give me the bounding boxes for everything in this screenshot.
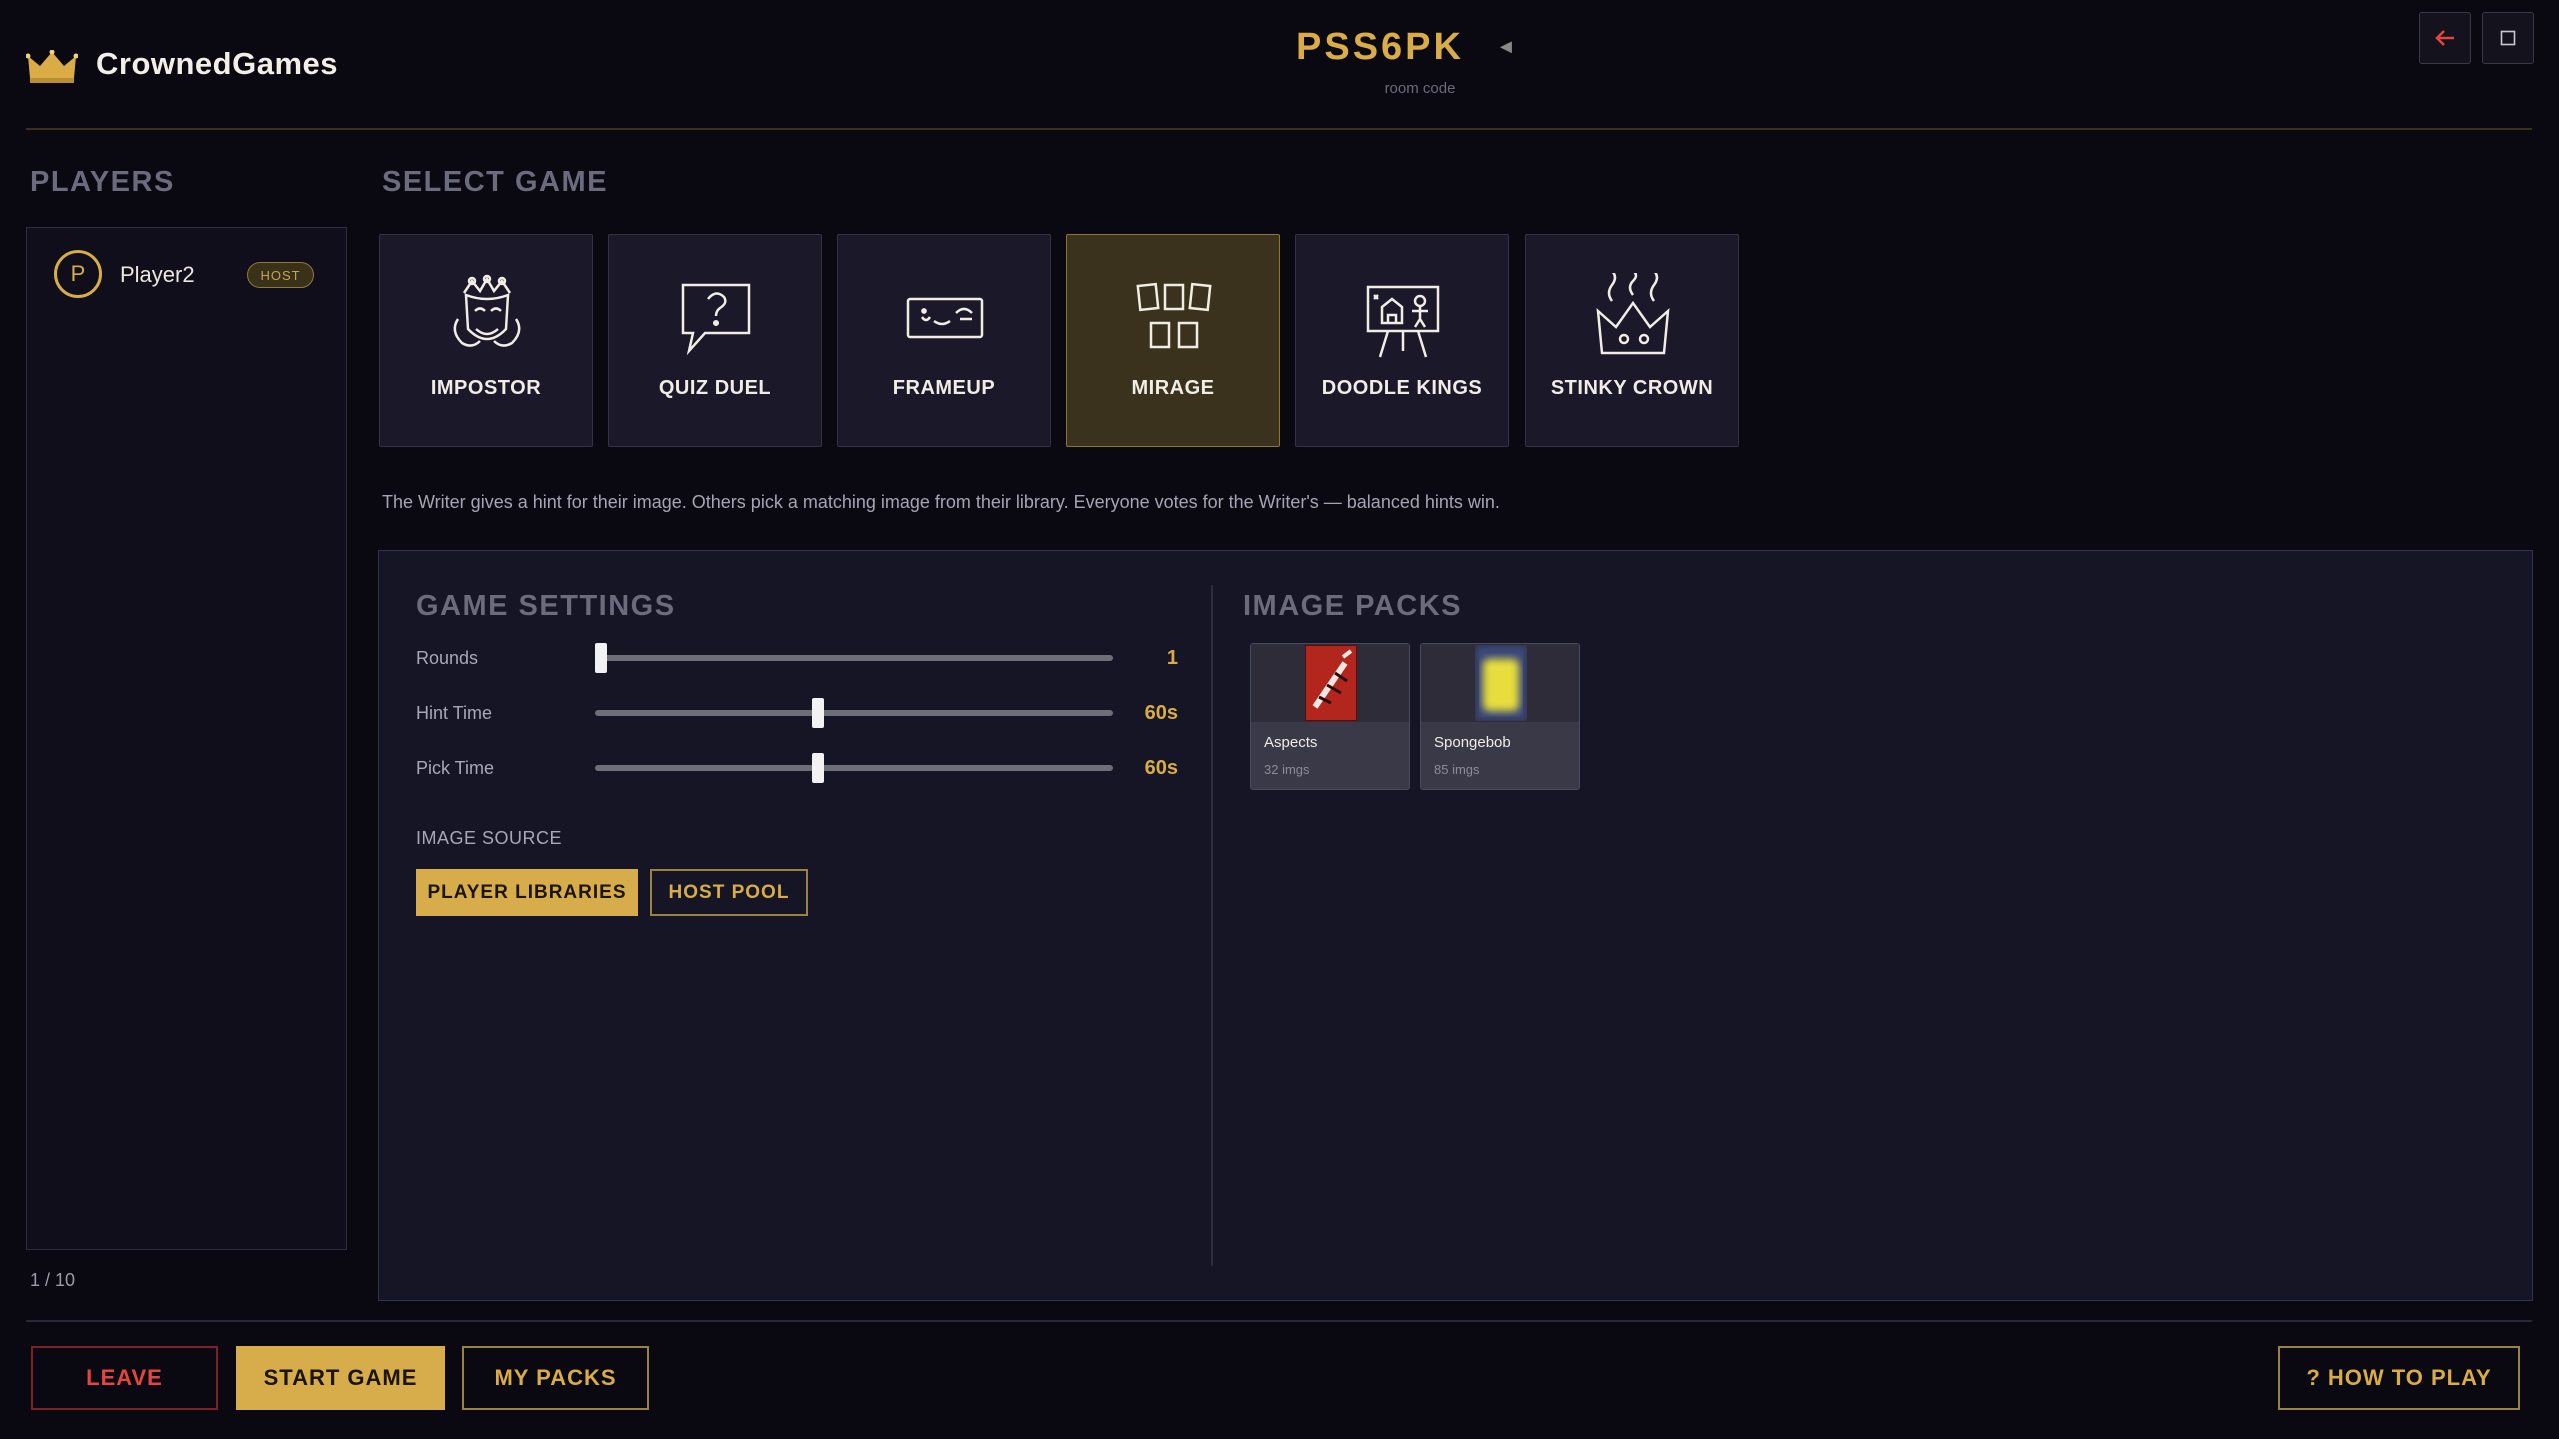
pack-name: Aspects	[1264, 734, 1318, 751]
header-divider	[26, 128, 2532, 130]
jester-mask-icon	[453, 274, 521, 347]
avatar: P	[54, 250, 102, 298]
aspects-pack-image-icon	[1305, 645, 1357, 721]
crown-logo-icon	[26, 50, 78, 83]
image-source-label: IMAGE SOURCE	[416, 828, 563, 848]
player-libraries-button[interactable]: PLAYER LIBRARIES	[416, 869, 638, 916]
rounds-slider-track[interactable]	[595, 655, 1113, 661]
room-code-label: room code	[1384, 80, 1456, 97]
hint-time-label: Hint Time	[416, 703, 493, 723]
players-heading: PLAYERS	[30, 166, 175, 198]
easel-icon	[1366, 285, 1440, 358]
player-name: Player2	[120, 262, 195, 287]
square-icon	[2500, 30, 2516, 46]
game-label: MIRAGE	[1131, 377, 1215, 399]
question-bubble-icon	[681, 283, 751, 356]
lobby-screen: CrownedGames PSS6PK ◄ room code PLAYERS …	[0, 0, 2559, 1439]
hint-time-value: 60s	[1144, 702, 1178, 724]
back-button[interactable]	[2419, 12, 2471, 64]
game-card-stinky-crown[interactable]: STINKY CROWN	[1525, 234, 1739, 447]
leave-button[interactable]: LEAVE	[31, 1346, 218, 1410]
pack-card-aspects[interactable]: Aspects 32 imgs	[1250, 643, 1410, 790]
pack-image-count: 85 imgs	[1434, 762, 1480, 777]
game-card-quiz-duel[interactable]: QUIZ DUEL	[608, 234, 822, 447]
game-description: The Writer gives a hint for their image.…	[382, 492, 1500, 512]
hint-time-slider-track[interactable]	[595, 710, 1113, 716]
pick-time-value: 60s	[1144, 757, 1178, 779]
start-game-button[interactable]: START GAME	[236, 1346, 445, 1410]
arrow-left-icon	[2435, 30, 2454, 46]
room-code[interactable]: PSS6PK	[1280, 26, 1480, 69]
player-row: P Player2 HOST	[54, 250, 324, 300]
rounds-slider-thumb[interactable]	[595, 643, 607, 673]
pack-image-count: 32 imgs	[1264, 762, 1310, 777]
pack-card-spongebob[interactable]: Spongebob 85 imgs	[1420, 643, 1580, 790]
footer-divider	[26, 1320, 2532, 1322]
game-card-mirage[interactable]: MIRAGE	[1066, 234, 1280, 447]
select-game-heading: SELECT GAME	[382, 166, 608, 198]
rounds-value: 1	[1166, 647, 1178, 669]
fullscreen-button[interactable]	[2482, 12, 2534, 64]
game-label: FRAMEUP	[892, 377, 996, 399]
host-pool-button[interactable]: HOST POOL	[650, 869, 808, 916]
pick-time-slider-track[interactable]	[595, 765, 1113, 771]
game-label: STINKY CROWN	[1550, 377, 1714, 399]
room-code-toggle-icon[interactable]: ◄	[1496, 36, 1516, 59]
my-packs-button[interactable]: MY PACKS	[462, 1346, 649, 1410]
panel-divider	[1211, 585, 1213, 1266]
game-card-doodle-kings[interactable]: DOODLE KINGS	[1295, 234, 1509, 447]
stinky-crown-icon	[1596, 273, 1670, 355]
game-card-impostor[interactable]: IMPOSTOR	[379, 234, 593, 447]
game-label: IMPOSTOR	[430, 377, 542, 399]
brand-name: CrownedGames	[96, 46, 339, 81]
pick-time-slider-thumb[interactable]	[812, 753, 824, 783]
hint-time-slider-thumb[interactable]	[812, 698, 824, 728]
game-label: DOODLE KINGS	[1321, 377, 1483, 399]
frame-icon	[906, 297, 984, 339]
host-badge: HOST	[247, 262, 314, 288]
pack-name: Spongebob	[1434, 734, 1511, 751]
pack-thumbnail	[1251, 644, 1409, 722]
how-to-play-button[interactable]: ? HOW TO PLAY	[2278, 1346, 2520, 1410]
pick-time-label: Pick Time	[416, 758, 495, 778]
players-panel	[26, 227, 347, 1250]
pack-thumbnail	[1421, 644, 1579, 722]
game-settings-heading: GAME SETTINGS	[416, 590, 676, 622]
game-card-frameup[interactable]: FRAMEUP	[837, 234, 1051, 447]
image-packs-heading: IMAGE PACKS	[1243, 590, 1462, 622]
rounds-label: Rounds	[416, 648, 479, 668]
player-count: 1 / 10	[30, 1270, 76, 1290]
spongebob-pack-image-icon	[1475, 645, 1527, 721]
game-label: QUIZ DUEL	[658, 377, 772, 399]
cards-icon	[1136, 282, 1212, 349]
